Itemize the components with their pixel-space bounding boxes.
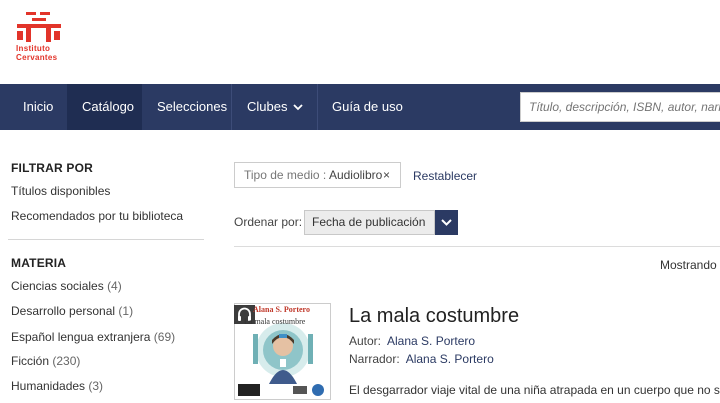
nav-item-selecciones[interactable]: Selecciones (142, 84, 242, 130)
nav-item-label: Guía de uso (332, 99, 403, 114)
sort-select[interactable]: Fecha de publicación (304, 210, 435, 235)
filter-available-link[interactable]: Títulos disponibles (11, 184, 110, 198)
author-link[interactable]: Alana S. Portero (387, 334, 475, 348)
brand-line-2: Cervantes (16, 53, 58, 62)
materia-item[interactable]: Ficción (230) (11, 354, 80, 368)
filter-heading: FILTRAR POR (11, 161, 93, 175)
materia-count: (1) (118, 304, 134, 318)
active-filter-chip: Tipo de medio : Audiolibro × (234, 162, 401, 188)
brand-line-1: Instituto (16, 44, 51, 53)
cover-title-text: La mala costumbre (244, 317, 306, 326)
materia-label: Ficción (11, 354, 50, 368)
filter-chip-value: Audiolibro (328, 168, 383, 182)
materia-count: (4) (107, 279, 122, 293)
book-title-link[interactable]: La mala costumbre (349, 305, 519, 328)
search-input[interactable] (520, 92, 720, 122)
sidebar: FILTRAR POR Títulos disponibles Recomend… (0, 130, 215, 403)
materia-label: Humanidades (11, 379, 86, 393)
nav-item-label: Inicio (23, 99, 54, 114)
nav-item-guia[interactable]: Guía de uso (317, 84, 418, 130)
nav-item-label: Selecciones (157, 99, 228, 114)
cover-author-text: Alana S. Portero (253, 305, 310, 314)
chevron-down-icon (293, 104, 304, 111)
narrator-link[interactable]: Alana S. Portero (406, 352, 494, 366)
chevron-down-icon (441, 219, 452, 226)
results-count: Mostrando 1 (660, 258, 720, 272)
book-narrator-row: Narrador: Alana S. Portero (349, 352, 494, 366)
materia-label: Español lengua extranjera (11, 330, 151, 344)
nav-item-label: Clubes (247, 99, 288, 114)
materia-label: Ciencias sociales (11, 279, 104, 293)
materia-item[interactable]: Desarrollo personal (1) (11, 304, 133, 318)
reset-filters-link[interactable]: Restablecer (413, 169, 477, 183)
materia-item[interactable]: Ciencias sociales (4) (11, 279, 122, 293)
nav-item-label: Catálogo (82, 99, 135, 114)
nav-item-catalogo[interactable]: Catálogo (67, 84, 142, 130)
materia-label: Desarrollo personal (11, 304, 116, 318)
sort-label: Ordenar por: (234, 215, 303, 229)
book-author-row: Autor: Alana S. Portero (349, 334, 475, 348)
nav-item-inicio[interactable]: Inicio (8, 84, 68, 130)
site-header: Instituto Cervantes (0, 0, 720, 84)
sidebar-divider (8, 239, 204, 240)
author-label: Autor: (349, 334, 382, 348)
results-divider (234, 246, 720, 247)
narrator-label: Narrador: (349, 352, 400, 366)
remove-filter-icon[interactable]: × (383, 163, 390, 187)
materia-count: (230) (52, 354, 81, 368)
brand-name: Instituto Cervantes (16, 44, 57, 62)
sort-dropdown-button[interactable] (435, 210, 458, 235)
book-description: El desgarrador viaje vital de una niña a… (349, 383, 720, 397)
materia-count: (69) (153, 330, 176, 344)
materia-item[interactable]: Español lengua extranjera (69) (11, 330, 175, 344)
nav-item-clubes[interactable]: Clubes (232, 84, 318, 130)
materia-heading: MATERIA (11, 256, 67, 270)
materia-item[interactable]: Humanidades (3) (11, 379, 103, 393)
filter-chip-key: Tipo de medio : (244, 168, 327, 182)
filter-recommended-link[interactable]: Recomendados por tu biblioteca (11, 209, 183, 223)
materia-count: (3) (88, 379, 104, 393)
